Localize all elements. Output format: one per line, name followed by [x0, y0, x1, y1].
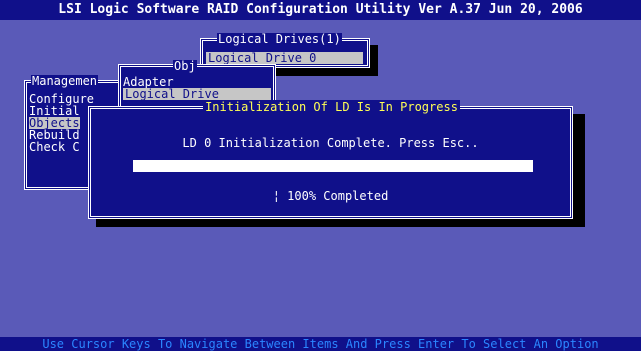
title-bar: LSI Logic Software RAID Configuration Ut… [0, 0, 641, 20]
management-title: Managemen [31, 74, 99, 88]
init-dialog-title: Initialization Of LD Is In Progress [203, 100, 460, 114]
logical-drives-title: Logical Drives(1) [217, 32, 342, 46]
objects-title: Obj [173, 59, 197, 73]
objects-item-logical-drive[interactable]: Logical Drive [123, 88, 271, 100]
init-complete-message: LD 0 Initialization Complete. Press Esc.… [182, 136, 479, 150]
progress-bar-fill [133, 160, 533, 172]
status-bar-hint: Use Cursor Keys To Navigate Between Item… [0, 337, 641, 351]
menu-item-check-consistency[interactable]: Check C [29, 141, 80, 153]
logical-drive-0-item[interactable]: Logical Drive 0 [206, 52, 363, 64]
init-progress-bar [133, 160, 533, 172]
progress-percent-text: ¦ 100% Completed [272, 189, 389, 203]
init-dialog-title-wrap: Initialization Of LD Is In Progress [91, 100, 572, 114]
